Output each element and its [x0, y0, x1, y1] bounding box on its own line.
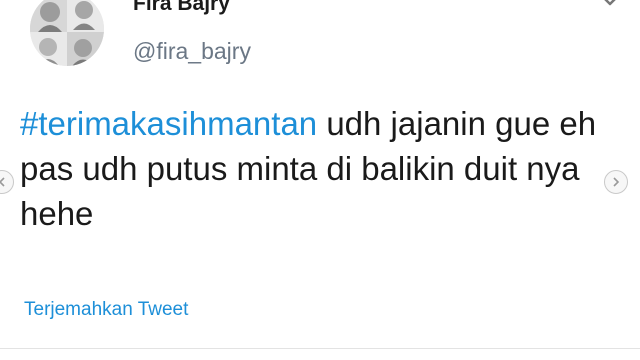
- chevron-left-icon: [0, 177, 5, 187]
- avatar[interactable]: [30, 0, 104, 66]
- divider: [0, 348, 640, 349]
- carousel-prev-button[interactable]: [0, 170, 14, 194]
- tweet-text: #terimakasihmantan udh jajanin gue eh pa…: [20, 101, 600, 236]
- user-handle[interactable]: @fira_bajry: [133, 38, 251, 65]
- hashtag-link[interactable]: #terimakasihmantan: [20, 105, 317, 142]
- chevron-down-icon: [604, 0, 616, 6]
- chevron-right-icon: [613, 177, 620, 187]
- tweet-menu-button[interactable]: [596, 0, 624, 14]
- tweet-card: Fira Bajry @fira_bajry #terimakasihmanta…: [0, 0, 640, 360]
- translate-tweet-link[interactable]: Terjemahkan Tweet: [24, 299, 188, 321]
- display-name[interactable]: Fira Bajry: [133, 0, 230, 16]
- profile-photo-icon: [30, 0, 104, 66]
- carousel-next-button[interactable]: [604, 170, 628, 194]
